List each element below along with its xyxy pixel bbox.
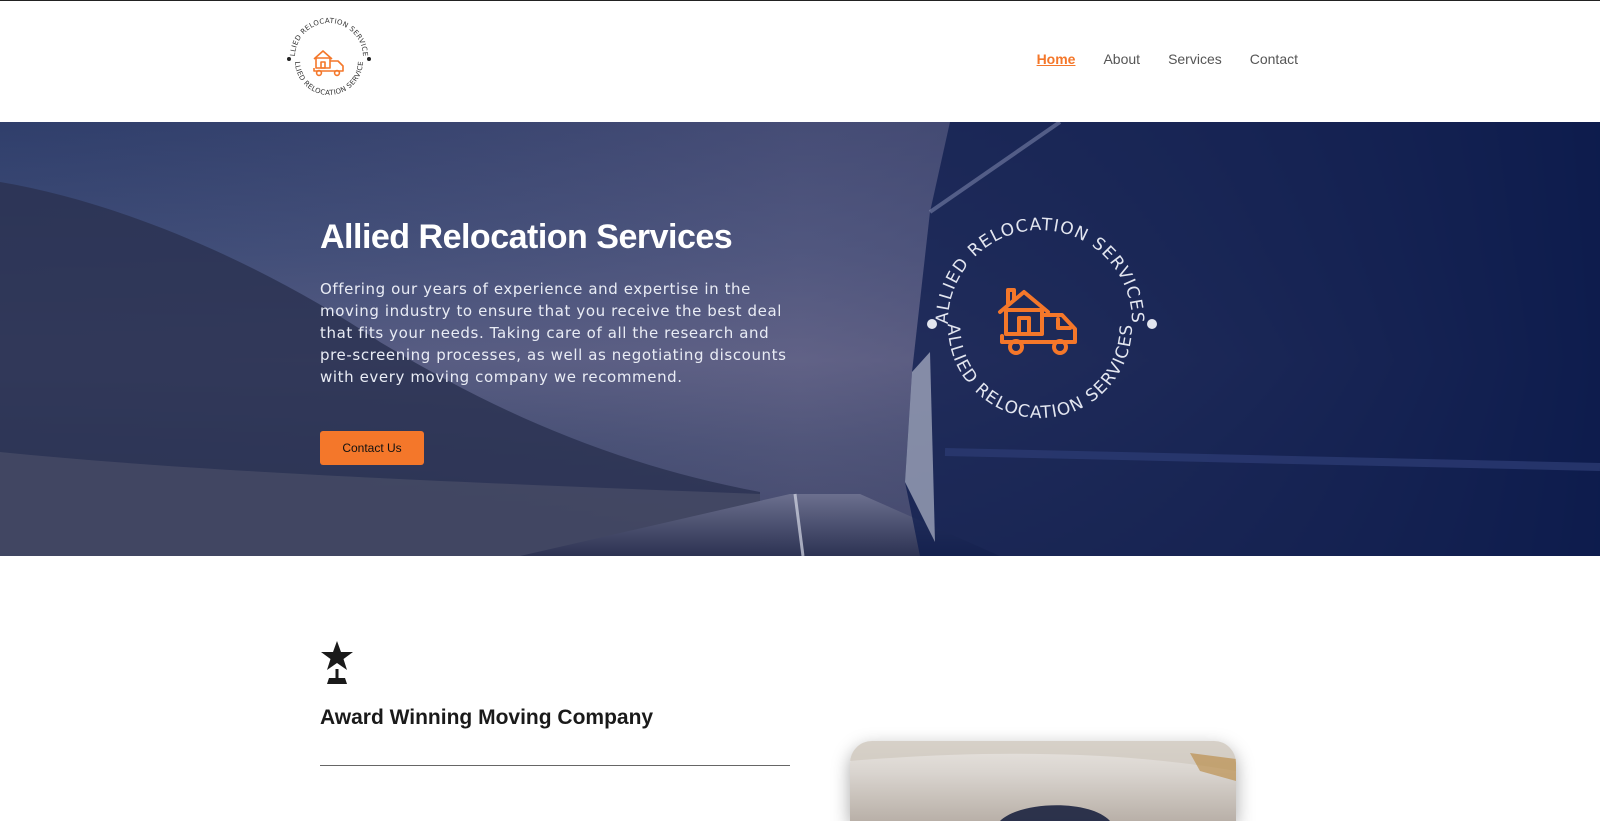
- nav-item-about[interactable]: About: [1103, 51, 1140, 67]
- main-nav: Home About Services Contact: [1037, 51, 1298, 67]
- nav-item-services[interactable]: Services: [1168, 51, 1222, 67]
- site-header: ALLIED RELOCATION SERVICES ALLIED RELOCA…: [0, 1, 1600, 122]
- truck-house-emblem-icon: ALLIED RELOCATION SERVICES ALLIED RELOCA…: [927, 215, 1157, 423]
- nav-item-contact[interactable]: Contact: [1250, 51, 1298, 67]
- logo-emblem-icon: ALLIED RELOCATION SERVICES ALLIED RELOCA…: [280, 7, 371, 97]
- award-trophy-icon: [320, 640, 354, 686]
- hero-title: Allied Relocation Services: [320, 218, 733, 256]
- hero-logo-badge: ALLIED RELOCATION SERVICES ALLIED RELOCA…: [920, 204, 1160, 444]
- logo[interactable]: ALLIED RELOCATION SERVICES ALLIED RELOCA…: [280, 7, 375, 105]
- hero-description: Offering our years of experience and exp…: [320, 280, 787, 386]
- feature-title: Award Winning Moving Company: [320, 706, 654, 729]
- hero-section: Allied Relocation Services Offering our …: [0, 122, 1600, 556]
- hero-background-image: [0, 122, 1600, 556]
- svg-text:ALLIED RELOCATION SERVICES: ALLIED RELOCATION SERVICES: [943, 323, 1137, 423]
- contact-us-button[interactable]: Contact Us: [320, 431, 424, 465]
- svg-text:ALLIED RELOCATION SERVICES: ALLIED RELOCATION SERVICES: [283, 13, 369, 57]
- feature-photo: [850, 741, 1236, 821]
- nav-item-home[interactable]: Home: [1037, 51, 1076, 67]
- svg-text:ALLIED RELOCATION SERVICES: ALLIED RELOCATION SERVICES: [933, 215, 1147, 325]
- section-divider: [320, 765, 790, 766]
